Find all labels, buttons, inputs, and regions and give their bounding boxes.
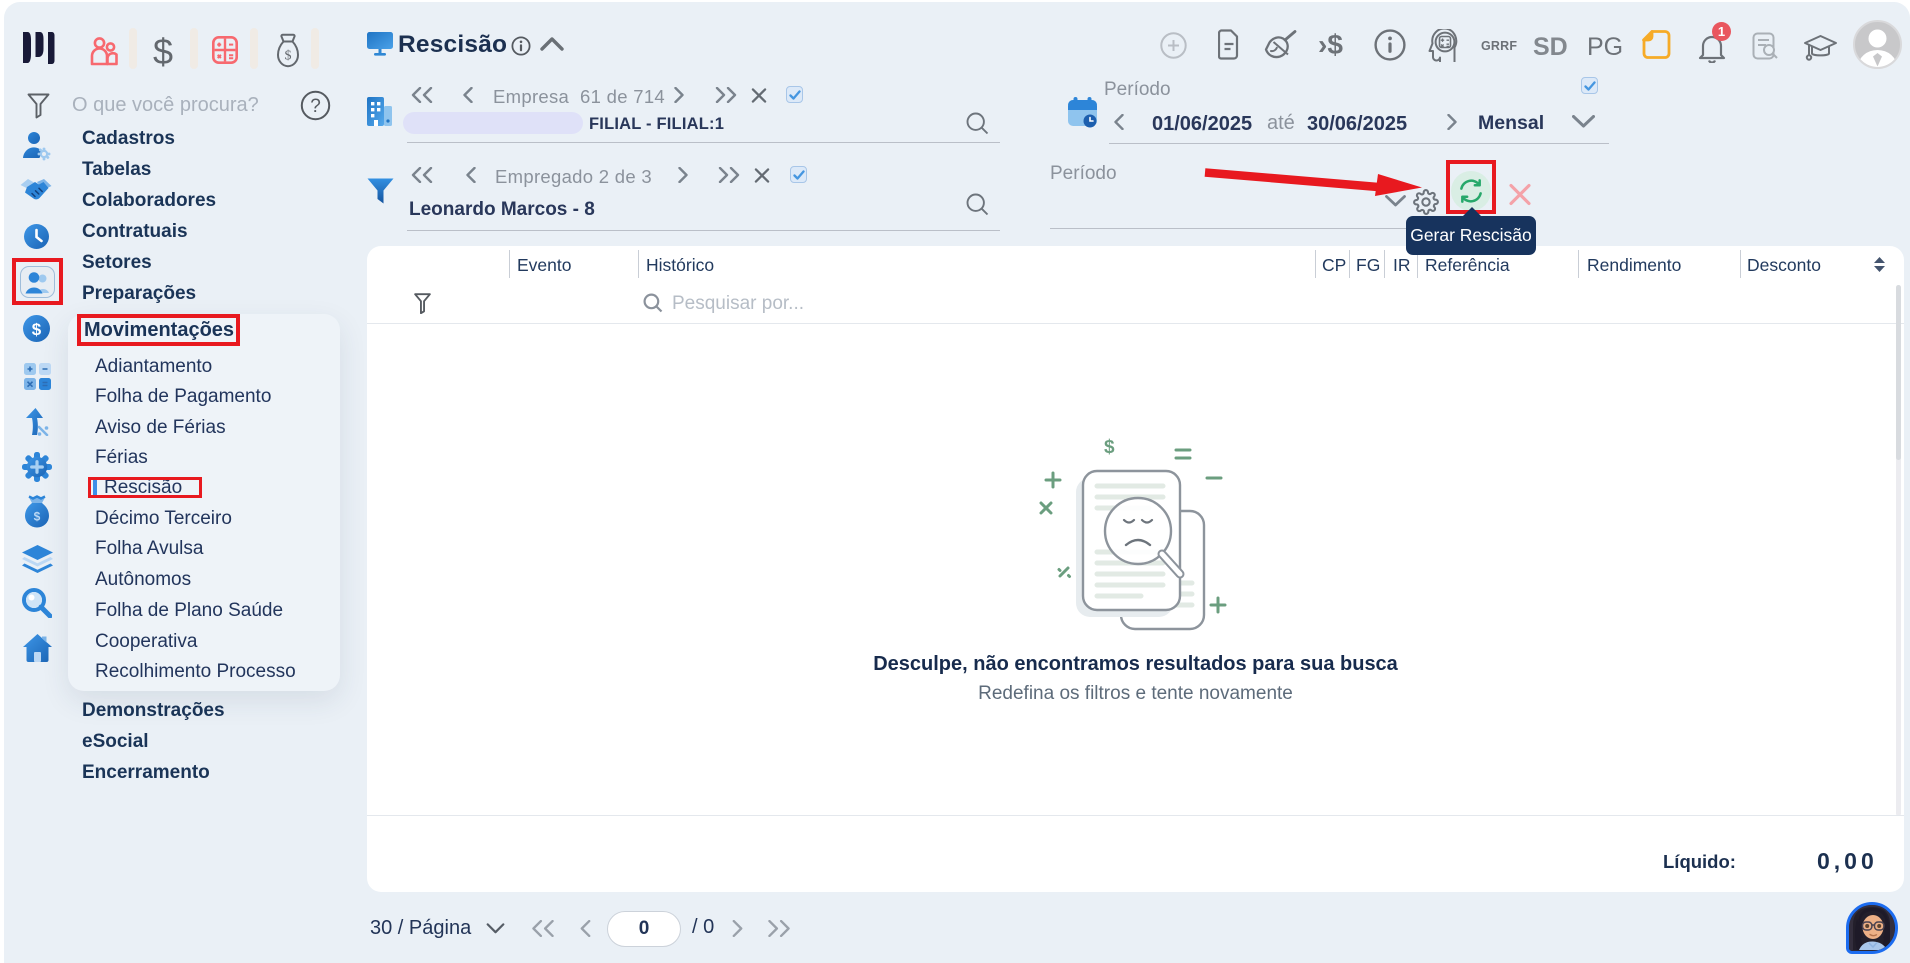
svg-text:$: $ (285, 49, 292, 64)
svg-text:?: ? (310, 96, 321, 117)
svg-text:$: $ (32, 320, 42, 339)
svg-text:$: $ (34, 510, 41, 524)
svg-text:$: $ (1104, 437, 1115, 458)
